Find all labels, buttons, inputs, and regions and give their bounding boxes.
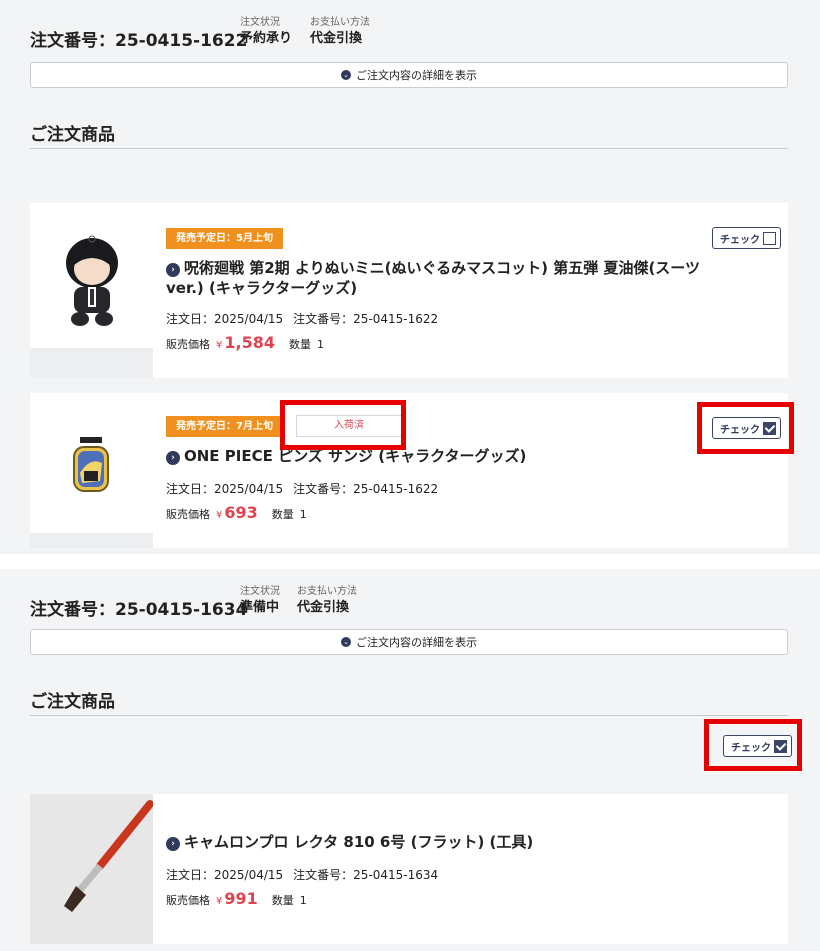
checkbox-unchecked-icon[interactable] xyxy=(763,231,776,245)
product-image[interactable] xyxy=(30,203,153,378)
price-label: 販売価格 xyxy=(166,338,210,351)
product-image[interactable] xyxy=(30,794,153,944)
check-label: チェック xyxy=(720,234,760,246)
order-status: 注文状況 予約承り xyxy=(240,16,292,48)
payment-method-label: お支払い方法 xyxy=(310,17,370,28)
release-date-badge: 発売予定日：7月上旬 xyxy=(166,416,283,437)
order-number: 注文番号：25-0415-1622 xyxy=(30,31,248,51)
chevron-down-icon: ⌄ xyxy=(341,70,351,80)
check-toggle[interactable]: チェック xyxy=(712,227,781,249)
order-meta: 注文日：2025/04/15 注文番号：25-0415-1634 xyxy=(166,866,438,883)
order-status: 注文状況 準備中 xyxy=(240,585,280,617)
order-panel-1: 注文番号：25-0415-1622 注文状況 予約承り お支払い方法 代金引換 … xyxy=(0,0,820,554)
order-meta: 注文日：2025/04/15 注文番号：25-0415-1622 xyxy=(166,480,438,497)
highlight-box xyxy=(697,402,794,454)
chevron-right-icon: › xyxy=(166,451,180,465)
payment-method-label: お支払い方法 xyxy=(297,586,357,597)
order-number: 注文番号：25-0415-1634 xyxy=(30,600,248,620)
order-item-card: 発売予定日：7月上旬 入荷済 チェック › ONE PIECE ピンズ サンジ (… xyxy=(30,393,788,548)
product-name-link[interactable]: › キャムロンプロ レクタ 810 6号 (フラット) (工具) xyxy=(166,832,736,852)
order-date: 注文日：2025/04/15 xyxy=(166,482,284,496)
order-date: 注文日：2025/04/15 xyxy=(166,312,284,326)
price-value: 1,584 xyxy=(224,333,275,352)
price-label: 販売価格 xyxy=(166,894,210,907)
order-status-value: 予約承り xyxy=(240,31,293,46)
order-header: 注文番号：25-0415-1622 注文状況 予約承り お支払い方法 代金引換 xyxy=(30,16,430,56)
chevron-down-icon: ⌄ xyxy=(341,637,351,647)
plush-mascot-image xyxy=(66,235,118,326)
item-order-number: 注文番号：25-0415-1634 xyxy=(293,868,439,882)
item-order-number: 注文番号：25-0415-1622 xyxy=(293,482,439,496)
order-meta: 注文日：2025/04/15 注文番号：25-0415-1622 xyxy=(166,310,438,327)
price-row: 販売価格 ¥ 693 数量 1 xyxy=(166,503,307,522)
quantity-label: 数量 xyxy=(288,338,311,351)
order-status-label: 注文状況 xyxy=(240,17,280,28)
show-order-details-button[interactable]: ⌄ ご注文内容の詳細を表示 xyxy=(30,62,788,88)
price-row: 販売価格 ¥ 1,584 数量 1 xyxy=(166,333,324,352)
payment-method: お支払い方法 代金引換 xyxy=(310,16,370,48)
section-divider xyxy=(30,715,788,716)
release-date-badge: 発売予定日：5月上旬 xyxy=(166,228,283,249)
price-row: 販売価格 ¥ 991 数量 1 xyxy=(166,889,307,908)
order-date: 注文日：2025/04/15 xyxy=(166,868,284,882)
order-status-value: 準備中 xyxy=(240,600,280,615)
show-order-details-label: ご注文内容の詳細を表示 xyxy=(356,69,477,82)
price-value: 991 xyxy=(224,889,258,908)
pin-badge-image xyxy=(73,437,109,492)
order-item-card: › キャムロンプロ レクタ 810 6号 (フラット) (工具) 注文日：2025… xyxy=(30,794,788,944)
ordered-items-heading: ご注文商品 xyxy=(30,692,115,712)
quantity-label: 数量 xyxy=(271,508,294,521)
order-header: 注文番号：25-0415-1634 注文状況 準備中 お支払い方法 代金引換 xyxy=(30,585,430,625)
product-image[interactable] xyxy=(30,393,153,548)
quantity-value: 1 xyxy=(299,894,307,907)
product-name: キャムロンプロ レクタ 810 6号 (フラット) (工具) xyxy=(184,833,534,851)
show-order-details-label: ご注文内容の詳細を表示 xyxy=(356,636,477,649)
quantity-value: 1 xyxy=(299,508,307,521)
product-name: 呪術廻戦 第2期 よりぬいミニ(ぬいぐるみマスコット) 第五弾 夏油傑(スーツv… xyxy=(166,259,700,297)
price-currency: ¥ xyxy=(216,340,223,351)
item-order-number: 注文番号：25-0415-1622 xyxy=(293,312,439,326)
product-name-link[interactable]: › ONE PIECE ピンズ サンジ (キャラクターグッズ) xyxy=(166,446,736,466)
order-status-label: 注文状況 xyxy=(240,586,280,597)
chevron-right-icon: › xyxy=(166,263,180,277)
price-currency: ¥ xyxy=(216,896,223,907)
paintbrush-image xyxy=(30,794,153,944)
quantity-value: 1 xyxy=(316,338,324,351)
price-label: 販売価格 xyxy=(166,508,210,521)
highlight-box xyxy=(704,719,802,771)
show-order-details-button[interactable]: ⌄ ご注文内容の詳細を表示 xyxy=(30,629,788,655)
order-panel-2: 注文番号：25-0415-1634 注文状況 準備中 お支払い方法 代金引換 ⌄… xyxy=(0,569,820,951)
chevron-right-icon: › xyxy=(166,837,180,851)
highlight-box xyxy=(280,400,406,450)
order-item-card: 発売予定日：5月上旬 チェック › 呪術廻戦 第2期 よりぬいミニ(ぬいぐるみマス… xyxy=(30,203,788,378)
price-value: 693 xyxy=(224,503,258,522)
payment-method-value: 代金引換 xyxy=(310,31,363,46)
payment-method-value: 代金引換 xyxy=(297,600,350,615)
section-divider xyxy=(30,148,788,149)
ordered-items-heading: ご注文商品 xyxy=(30,125,115,145)
price-currency: ¥ xyxy=(216,510,223,521)
quantity-label: 数量 xyxy=(271,894,294,907)
product-name-link[interactable]: › 呪術廻戦 第2期 よりぬいミニ(ぬいぐるみマスコット) 第五弾 夏油傑(スーツ… xyxy=(166,258,736,298)
payment-method: お支払い方法 代金引換 xyxy=(297,585,357,617)
